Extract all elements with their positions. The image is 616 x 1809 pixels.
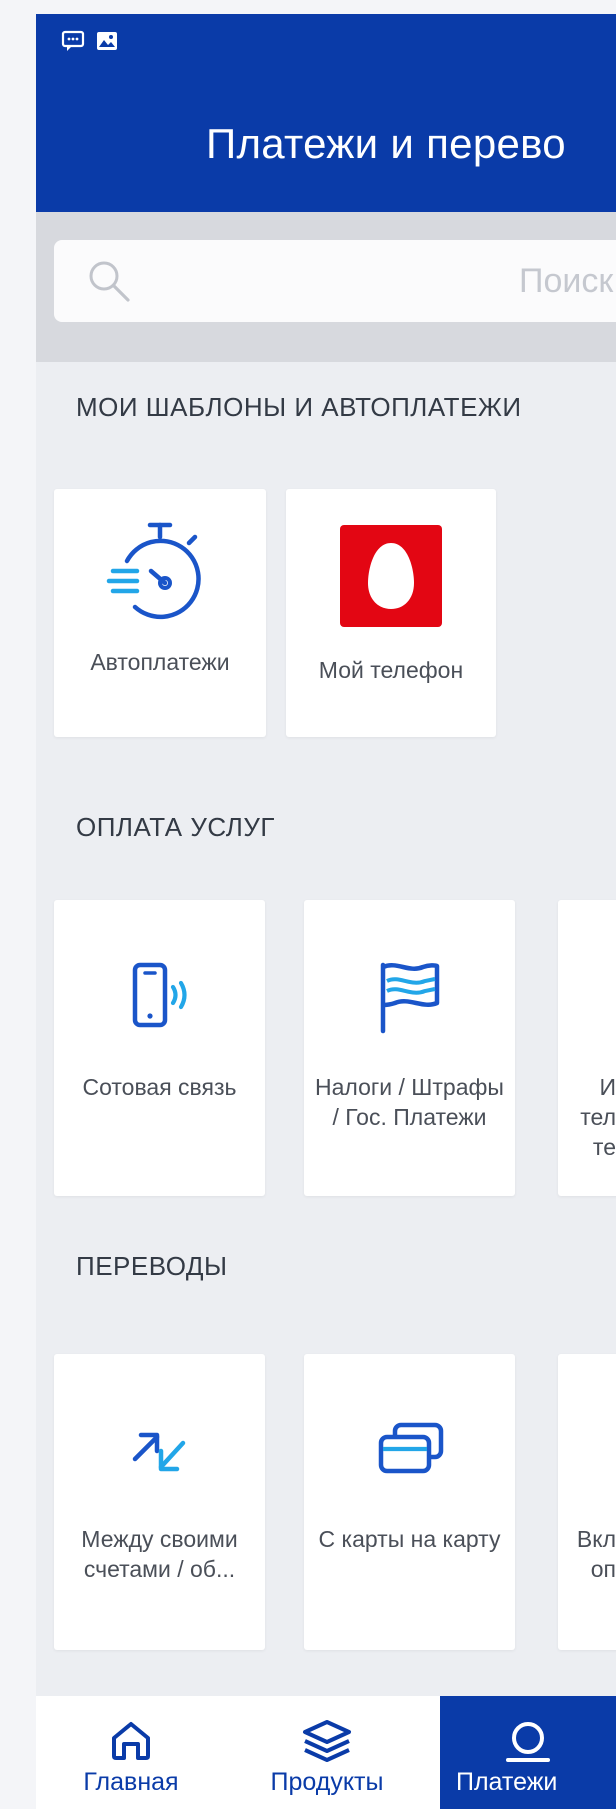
tile-label: Мой телефон (318, 657, 464, 683)
search-placeholder: Поиск (519, 262, 614, 300)
app-header: Платежи и перево (36, 14, 616, 212)
tile-label: Вкл оп (576, 1526, 616, 1582)
search-icon (86, 258, 132, 309)
nav-label: Главная (83, 1768, 179, 1796)
tile-label: Налоги / Штрафы / Гос. Платежи (315, 1074, 504, 1130)
section-title-transfers: ПЕРЕВОДЫ (76, 1251, 228, 1281)
tile-my-phone[interactable]: Мой телефон (286, 489, 496, 737)
tile-mobile[interactable]: Сотовая связь (54, 900, 265, 1196)
layers-icon (232, 1718, 422, 1766)
nav-payments[interactable]: Платежи (440, 1696, 616, 1809)
tile-label: Сотовая связь (82, 1074, 237, 1100)
tile-label: С карты на карту (318, 1526, 501, 1552)
payments-icon (440, 1718, 616, 1766)
tile-tv-internet[interactable]: И тел те (558, 900, 616, 1196)
nav-label: Продукты (270, 1768, 384, 1796)
tile-between-accounts[interactable]: Между своими счетами / об... (54, 1354, 265, 1650)
tile-label: Автоплатежи (90, 649, 230, 675)
app-screen: Платежи и перево Поиск МОИ ШАБЛОНЫ И АВТ… (36, 14, 616, 1809)
tile-label: И тел те (580, 1074, 616, 1160)
flag-icon (304, 942, 515, 1052)
section-title-templates: МОИ ШАБЛОНЫ И АВТОПЛАТЕЖИ (76, 392, 522, 422)
tile-autopayments[interactable]: Автоплатежи (54, 489, 266, 737)
tile-taxes[interactable]: Налоги / Штрафы / Гос. Платежи (304, 900, 515, 1196)
image-icon (95, 30, 119, 52)
section-title-services: ОПЛАТА УСЛУГ (76, 812, 275, 842)
phone-signal-icon (54, 942, 265, 1052)
page-title: Платежи и перево (206, 120, 566, 167)
nav-label: Платежи (456, 1768, 558, 1796)
tile-deposit[interactable]: Вкл оп (558, 1354, 616, 1650)
status-bar (61, 30, 119, 52)
bottom-navigation: Главная Продукты Платежи (36, 1696, 616, 1809)
home-icon (36, 1718, 226, 1762)
nav-home[interactable]: Главная (36, 1696, 226, 1809)
cards-icon (304, 1396, 515, 1506)
nav-products[interactable]: Продукты (232, 1696, 422, 1809)
tile-card-to-card[interactable]: С карты на карту (304, 1354, 515, 1650)
search-input[interactable]: Поиск (54, 240, 616, 322)
stopwatch-icon (54, 519, 266, 629)
mts-egg-logo (286, 521, 496, 631)
message-icon (61, 30, 85, 52)
arrows-icon (54, 1396, 265, 1506)
tile-label: Между своими счетами / об... (81, 1526, 238, 1582)
